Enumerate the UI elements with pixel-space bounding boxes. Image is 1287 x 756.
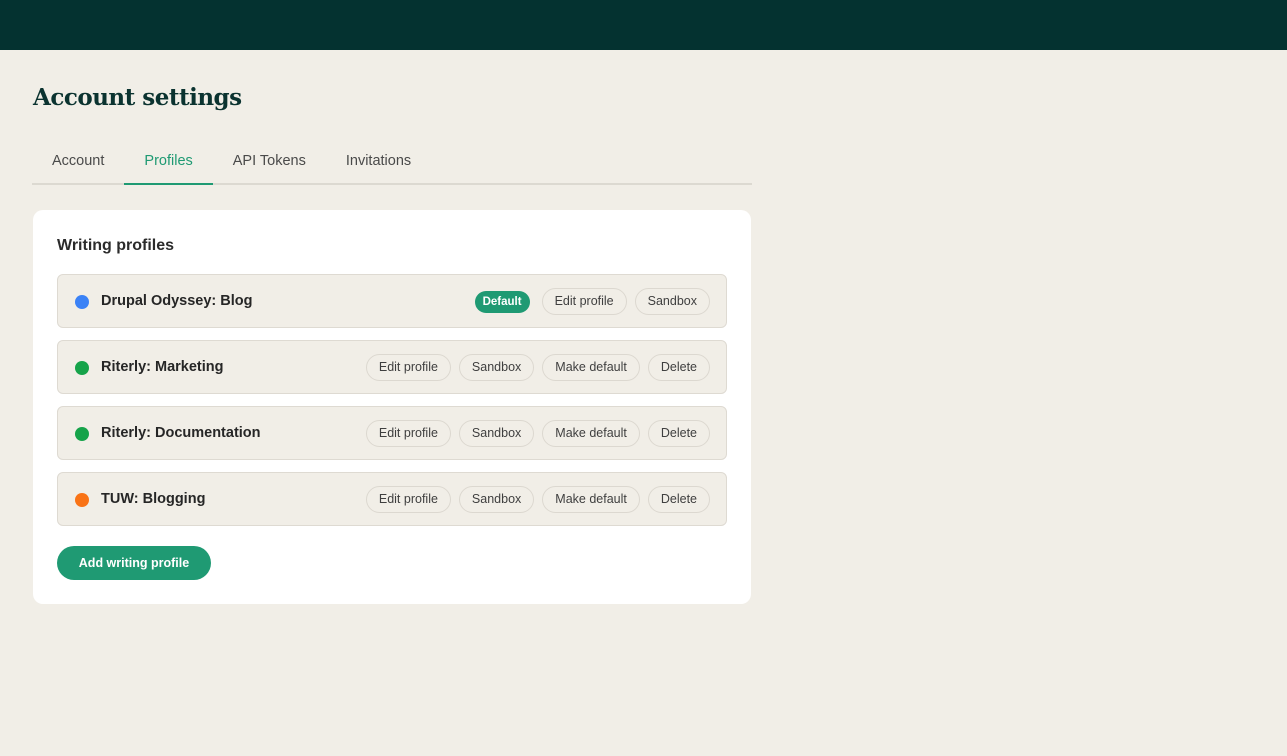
sandbox-button[interactable]: Sandbox bbox=[458, 420, 535, 447]
default-badge: Default bbox=[474, 290, 530, 313]
profile-actions: Edit profile Sandbox Make default Delete bbox=[365, 354, 710, 381]
sandbox-button[interactable]: Sandbox bbox=[458, 486, 535, 513]
profile-row: TUW: Blogging Edit profile Sandbox Make … bbox=[57, 472, 727, 526]
profile-color-dot bbox=[75, 295, 89, 309]
settings-tabs: Account Profiles API Tokens Invitations bbox=[32, 143, 752, 185]
edit-profile-button[interactable]: Edit profile bbox=[365, 420, 451, 447]
profile-row: Riterly: Documentation Edit profile Sand… bbox=[57, 406, 727, 460]
card-title: Writing profiles bbox=[57, 237, 175, 254]
add-writing-profile-button[interactable]: Add writing profile bbox=[57, 546, 211, 580]
writing-profiles-card: Writing profiles Drupal Odyssey: Blog De… bbox=[33, 210, 751, 604]
edit-profile-button[interactable]: Edit profile bbox=[365, 486, 451, 513]
delete-button[interactable]: Delete bbox=[647, 354, 710, 381]
delete-button[interactable]: Delete bbox=[647, 420, 710, 447]
profile-color-dot bbox=[75, 493, 89, 507]
delete-button[interactable]: Delete bbox=[647, 486, 710, 513]
profile-actions: Default Edit profile Sandbox bbox=[474, 288, 710, 315]
profile-row: Riterly: Marketing Edit profile Sandbox … bbox=[57, 340, 727, 394]
profile-name: Drupal Odyssey: Blog bbox=[101, 293, 253, 309]
make-default-button[interactable]: Make default bbox=[542, 354, 640, 381]
profile-name: Riterly: Documentation bbox=[101, 425, 261, 441]
make-default-button[interactable]: Make default bbox=[542, 420, 640, 447]
profile-color-dot bbox=[75, 361, 89, 375]
profile-color-dot bbox=[75, 427, 89, 441]
tab-profiles[interactable]: Profiles bbox=[124, 143, 213, 185]
sandbox-button[interactable]: Sandbox bbox=[458, 354, 535, 381]
tab-invitations[interactable]: Invitations bbox=[326, 143, 431, 183]
profile-name: Riterly: Marketing bbox=[101, 359, 224, 375]
profile-actions: Edit profile Sandbox Make default Delete bbox=[365, 420, 710, 447]
edit-profile-button[interactable]: Edit profile bbox=[365, 354, 451, 381]
tab-api-tokens[interactable]: API Tokens bbox=[213, 143, 326, 183]
page-title: Account settings bbox=[33, 84, 242, 111]
sandbox-button[interactable]: Sandbox bbox=[634, 288, 710, 315]
profile-row: Drupal Odyssey: Blog Default Edit profil… bbox=[57, 274, 727, 328]
edit-profile-button[interactable]: Edit profile bbox=[541, 288, 627, 315]
profile-name: TUW: Blogging bbox=[101, 491, 206, 507]
top-nav-bar bbox=[0, 0, 1287, 50]
make-default-button[interactable]: Make default bbox=[542, 486, 640, 513]
tab-account[interactable]: Account bbox=[32, 143, 124, 183]
profile-actions: Edit profile Sandbox Make default Delete bbox=[365, 486, 710, 513]
